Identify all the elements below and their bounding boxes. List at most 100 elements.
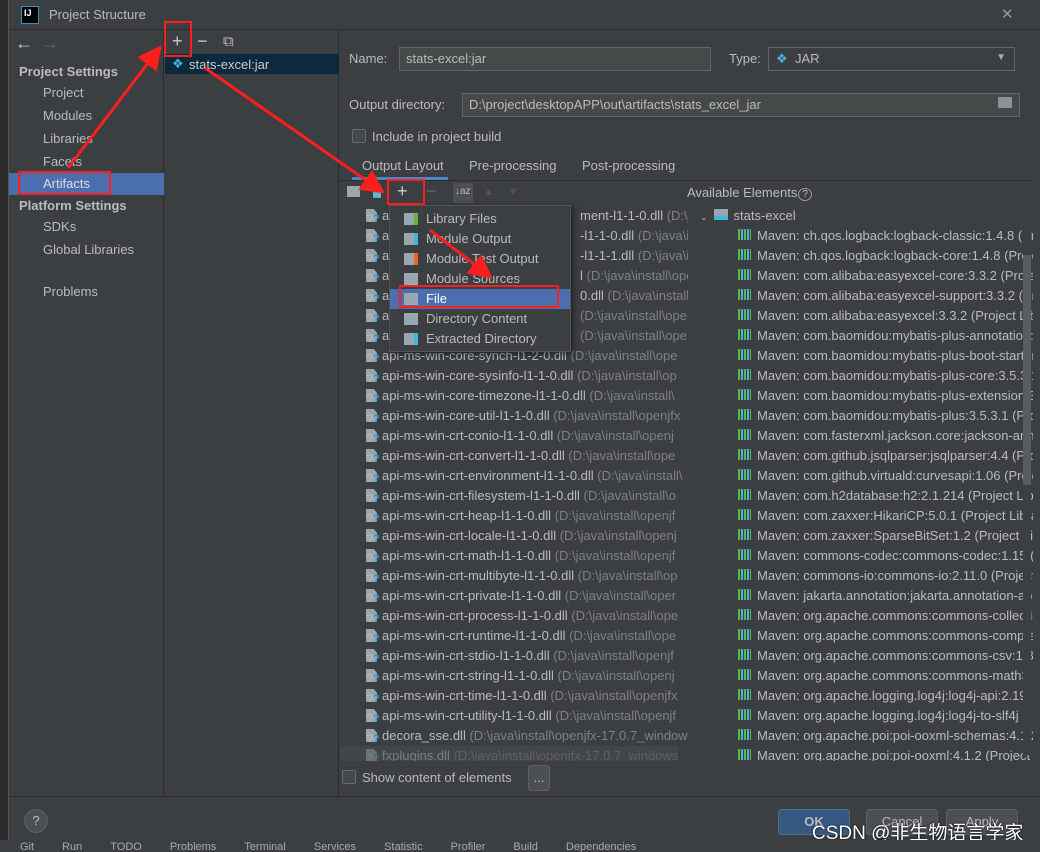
nav-sdks[interactable]: SDKs — [9, 216, 164, 238]
library-item[interactable]: Maven: com.zaxxer:HikariCP:5.0.1 (Projec… — [738, 506, 1033, 526]
folder-icon[interactable] — [998, 97, 1012, 108]
library-item[interactable]: Maven: org.apache.commons:commons-collec… — [738, 606, 1033, 626]
nav-project[interactable]: Project — [9, 82, 164, 104]
layout-row[interactable]: ?ap (D:\java\install\ope — [340, 326, 687, 346]
tool-window-dependencies[interactable]: Dependencies — [566, 841, 636, 852]
type-select[interactable]: ❖ JAR ▼ — [768, 47, 1015, 71]
nav-global-libraries[interactable]: Global Libraries — [9, 239, 164, 261]
layout-row[interactable]: ?api-ms-win-core-timezone-l1-1-0.dll (D:… — [340, 386, 675, 406]
library-item[interactable]: Maven: com.baomidou:mybatis-plus-boot-st… — [738, 346, 1033, 366]
layout-row[interactable]: ?api-ms-win-crt-time-l1-1-0.dll (D:\java… — [340, 686, 677, 706]
library-item[interactable]: Maven: org.apache.logging.log4j:log4j-ap… — [738, 686, 1027, 706]
layout-row[interactable]: ?api-ms-win-crt-filesystem-l1-1-0.dll (D… — [340, 486, 676, 506]
tool-window-run[interactable]: Run — [62, 841, 82, 852]
remove-element-button[interactable]: − — [426, 181, 437, 202]
name-input[interactable]: stats-excel:jar — [399, 47, 711, 71]
library-item[interactable]: Maven: ch.qos.logback:logback-classic:1.… — [738, 226, 1033, 246]
layout-row[interactable]: ?api-ms-win-crt-convert-l1-1-0.dll (D:\j… — [340, 446, 675, 466]
library-item[interactable]: Maven: org.apache.commons:commons-csv:1.… — [738, 646, 1033, 666]
create-archive-icon[interactable] — [373, 185, 381, 198]
help-button[interactable]: ? — [24, 809, 48, 833]
tool-window-terminal[interactable]: Terminal — [244, 841, 286, 852]
layout-row[interactable]: ?fxplugins.dll (D:\java\install\openjfx-… — [340, 746, 679, 761]
library-item[interactable]: Maven: org.apache.commons:commons-math3:… — [738, 666, 1033, 686]
tab-post-processing[interactable]: Post-processing — [582, 158, 675, 173]
nav-artifacts[interactable]: Artifacts — [9, 173, 164, 195]
layout-row[interactable]: ?ap0.dll (D:\java\install\ — [340, 286, 688, 306]
layout-row[interactable]: ?ap (D:\java\install\ope — [340, 306, 687, 326]
tool-window-services[interactable]: Services — [314, 841, 356, 852]
tool-window-problems[interactable]: Problems — [170, 841, 216, 852]
tab-pre-processing[interactable]: Pre-processing — [469, 158, 556, 173]
add-artifact-button[interactable]: + — [172, 31, 183, 52]
library-item[interactable]: Maven: com.alibaba:easyexcel:3.3.2 (Proj… — [738, 306, 1033, 326]
scrollbar[interactable] — [1023, 255, 1031, 485]
library-item[interactable]: Maven: com.baomidou:mybatis-plus-extensi… — [738, 386, 1033, 406]
layout-row[interactable]: ?api-ms-win-crt-utility-l1-1-0.dll (D:\j… — [340, 706, 676, 726]
library-item[interactable]: Maven: commons-io:commons-io:2.11.0 (Pro… — [738, 566, 1033, 586]
menu-item-library-files[interactable]: Library Files — [390, 209, 570, 229]
layout-row[interactable]: ?api-ms-win-core-sysinfo-l1-1-0.dll (D:\… — [340, 366, 677, 386]
library-item[interactable]: Maven: com.github.virtuald:curvesapi:1.0… — [738, 466, 1033, 486]
layout-row[interactable]: ?api-ms-win-crt-heap-l1-1-0.dll (D:\java… — [340, 506, 675, 526]
menu-item-extracted-directory[interactable]: Extracted Directory — [390, 329, 570, 349]
library-item[interactable]: Maven: org.apache.poi:poi-ooxml-schemas:… — [738, 726, 1033, 746]
tool-window-profiler[interactable]: Profiler — [451, 841, 486, 852]
library-item[interactable]: Maven: com.baomidou:mybatis-plus-core:3.… — [738, 366, 1033, 386]
layout-row[interactable]: ?api-ms-win-core-util-l1-1-0.dll (D:\jav… — [340, 406, 680, 426]
layout-row[interactable]: ?api-ms-win-crt-runtime-l1-1-0.dll (D:\j… — [340, 626, 676, 646]
layout-row[interactable]: ?api-ms-win-crt-math-l1-1-0.dll (D:\java… — [340, 546, 675, 566]
library-item[interactable]: Maven: ch.qos.logback:logback-core:1.4.8… — [738, 246, 1033, 266]
copy-artifact-button[interactable]: ⧉ — [223, 33, 234, 50]
menu-item-file[interactable]: File — [390, 289, 570, 309]
library-item[interactable]: Maven: jakarta.annotation:jakarta.annota… — [738, 586, 1033, 606]
add-element-button[interactable]: + — [397, 181, 408, 202]
tool-window-statistic[interactable]: Statistic — [384, 841, 423, 852]
sort-button[interactable]: ↓az — [453, 183, 473, 203]
layout-row[interactable]: ?decora_sse.dll (D:\java\install\openjfx… — [340, 726, 688, 746]
output-directory-input[interactable]: D:\project\desktopAPP\out\artifacts\stat… — [462, 93, 1020, 117]
library-item[interactable]: Maven: com.fasterxml.jackson.core:jackso… — [738, 426, 1033, 446]
more-options-button[interactable]: ... — [528, 765, 550, 791]
library-item[interactable]: Maven: org.apache.poi:poi-ooxml:4.1.2 (P… — [738, 746, 1033, 761]
layout-row[interactable]: ?api-ms-win-crt-string-l1-1-0.dll (D:\ja… — [340, 666, 675, 686]
menu-item-module-sources[interactable]: Module Sources — [390, 269, 570, 289]
forward-icon[interactable]: → — [41, 33, 59, 54]
library-item[interactable]: Maven: org.apache.commons:commons-compre… — [738, 626, 1033, 646]
tree-root-stats-excel[interactable]: ⌄ stats-excel — [700, 206, 796, 226]
show-content-checkbox[interactable] — [342, 770, 356, 784]
nav-libraries[interactable]: Libraries — [9, 128, 164, 150]
remove-artifact-button[interactable]: − — [197, 31, 208, 52]
layout-row[interactable]: ?api-ms-win-crt-stdio-l1-1-0.dll (D:\jav… — [340, 646, 674, 666]
tab-output-layout[interactable]: Output Layout — [362, 158, 444, 173]
available-elements-tree[interactable]: ⌄ stats-excel Maven: ch.qos.logback:logba… — [688, 205, 1033, 761]
tool-window-todo[interactable]: TODO — [110, 841, 142, 852]
layout-row[interactable]: ?apment-l1-1-0.dll (D:\ja — [340, 206, 688, 226]
layout-row[interactable]: ?api-ms-win-crt-conio-l1-1-0.dll (D:\jav… — [340, 426, 674, 446]
help-icon[interactable]: ? — [798, 188, 812, 201]
layout-row[interactable]: ?ap-l1-1-0.dll (D:\java\i — [340, 226, 688, 246]
artifact-item[interactable]: ❖ stats-excel:jar — [165, 54, 339, 74]
layout-row[interactable]: ?api-ms-win-crt-multibyte-l1-1-0.dll (D:… — [340, 566, 678, 586]
library-item[interactable]: Maven: commons-codec:commons-codec:1.15 … — [738, 546, 1033, 566]
layout-row[interactable]: ?apl (D:\java\install\ope — [340, 266, 688, 286]
library-item[interactable]: Maven: com.zaxxer:SparseBitSet:1.2 (Proj… — [738, 526, 1033, 546]
nav-facets[interactable]: Facets — [9, 151, 164, 173]
close-icon[interactable]: ✕ — [1001, 5, 1014, 23]
library-item[interactable]: Maven: com.alibaba:easyexcel-core:3.3.2 … — [738, 266, 1033, 286]
library-item[interactable]: Maven: com.baomidou:mybatis-plus:3.5.3.1… — [738, 406, 1033, 426]
menu-item-module-test-output[interactable]: Module Test Output — [390, 249, 570, 269]
include-in-build-checkbox[interactable] — [352, 129, 366, 143]
library-item[interactable]: Maven: com.baomidou:mybatis-plus-annotat… — [738, 326, 1033, 346]
nav-modules[interactable]: Modules — [9, 105, 164, 127]
tool-window-git[interactable]: Git — [20, 841, 34, 852]
tool-window-build[interactable]: Build — [513, 841, 537, 852]
move-down-icon[interactable]: ▼ — [508, 186, 519, 198]
layout-row[interactable]: ?api-ms-win-crt-private-l1-1-0.dll (D:\j… — [340, 586, 676, 606]
layout-row[interactable]: ?api-ms-win-crt-environment-l1-1-0.dll (… — [340, 466, 683, 486]
library-item[interactable]: Maven: com.h2database:h2:2.1.214 (Projec… — [738, 486, 1033, 506]
layout-row[interactable]: ?api-ms-win-crt-locale-l1-1-0.dll (D:\ja… — [340, 526, 677, 546]
layout-row[interactable]: ?ap-l1-1-1.dll (D:\java\i — [340, 246, 688, 266]
move-up-icon[interactable]: ▲ — [483, 186, 494, 198]
library-item[interactable]: Maven: org.apache.logging.log4j:log4j-to… — [738, 706, 1019, 726]
